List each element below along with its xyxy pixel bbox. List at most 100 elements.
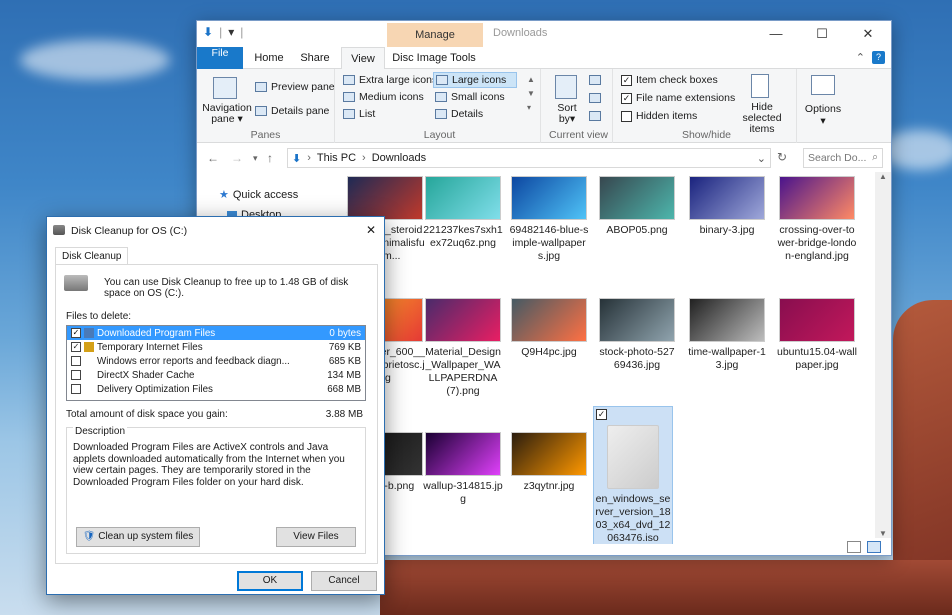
nav-item-quick-access[interactable]: ★ Quick access bbox=[219, 188, 298, 202]
scroll-down-icon[interactable]: ▼ bbox=[875, 529, 891, 538]
back-icon[interactable]: ← bbox=[207, 151, 219, 165]
cleanup-list-item[interactable]: Delivery Optimization Files 668 MB bbox=[67, 382, 365, 396]
collapse-ribbon-icon[interactable]: ⌃ bbox=[856, 51, 865, 64]
breadcrumb-this-pc[interactable]: This PC bbox=[317, 152, 356, 164]
file-name: 221237kes7sxh1ex72uq6z.png bbox=[423, 224, 503, 249]
cleanup-item-checkbox[interactable] bbox=[71, 384, 81, 394]
address-dropdown-icon[interactable]: ⌄ bbox=[757, 152, 766, 165]
up-icon[interactable]: ↑ bbox=[267, 151, 273, 165]
ok-button[interactable]: OK bbox=[237, 571, 303, 591]
file-item[interactable]: 69482146-blue-simple-wallpapers.jpg bbox=[509, 176, 589, 263]
search-input[interactable]: Search Do... ⌕ bbox=[803, 148, 883, 168]
forward-icon[interactable]: → bbox=[231, 151, 243, 165]
layout-medium-icons[interactable]: Medium icons bbox=[343, 91, 424, 103]
cleanup-list-item[interactable]: ✓ Temporary Internet Files 769 KB bbox=[67, 340, 365, 354]
breadcrumb-downloads[interactable]: Downloads bbox=[372, 152, 426, 164]
layout-small-icons[interactable]: Small icons bbox=[435, 91, 505, 103]
tab-file[interactable]: File bbox=[197, 47, 243, 69]
hidden-items-toggle[interactable]: Hidden items bbox=[621, 110, 697, 122]
file-item[interactable]: 221237kes7sxh1ex72uq6z.png bbox=[423, 176, 503, 250]
file-item-selected[interactable]: en_windows_server_version_1803_x64_dvd_1… bbox=[593, 406, 673, 544]
file-item[interactable]: z3qytnr.jpg bbox=[509, 432, 589, 493]
layout-list[interactable]: List bbox=[343, 108, 375, 120]
navigation-pane-button[interactable]: Navigation pane ▾ bbox=[201, 103, 253, 125]
file-item[interactable]: crossing-over-tower-bridge-london-englan… bbox=[777, 176, 857, 263]
item-check-boxes-toggle[interactable]: ✓ Item check boxes bbox=[621, 74, 718, 86]
vertical-scrollbar[interactable]: ▲ ▼ bbox=[875, 172, 891, 538]
file-item[interactable]: time-wallpaper-13.jpg bbox=[687, 298, 767, 372]
view-files-button[interactable]: View Files bbox=[276, 527, 356, 547]
file-name: binary-3.jpg bbox=[699, 224, 755, 236]
cleanup-item-checkbox[interactable]: ✓ bbox=[71, 342, 81, 352]
add-columns-icon[interactable] bbox=[589, 93, 601, 103]
hidden-items-label: Hidden items bbox=[636, 110, 698, 122]
cancel-button[interactable]: Cancel bbox=[311, 571, 377, 591]
breadcrumb-chevron-icon[interactable]: › bbox=[307, 152, 311, 164]
cleanup-list-item[interactable]: DirectX Shader Cache 134 MB bbox=[67, 368, 365, 382]
cleanup-list-item[interactable]: Windows error reports and feedback diagn… bbox=[67, 354, 365, 368]
clean-up-system-files-label: Clean up system files bbox=[98, 531, 194, 542]
tab-home[interactable]: Home bbox=[247, 47, 291, 69]
hidden-items-checkbox[interactable] bbox=[621, 110, 632, 122]
maximize-icon[interactable]: ☐ bbox=[799, 21, 845, 47]
details-view-icon[interactable] bbox=[847, 541, 861, 553]
qat-dropdown-icon[interactable]: ▾ bbox=[228, 25, 234, 39]
file-name: ABOP05.png bbox=[606, 224, 668, 236]
list-icon bbox=[343, 109, 355, 119]
layout-group-label: Layout bbox=[423, 129, 456, 141]
cleanup-item-checkbox[interactable]: ✓ bbox=[71, 328, 81, 338]
sort-by-button[interactable]: Sort by▾ bbox=[553, 103, 581, 125]
tab-disc-image-tools[interactable]: Disc Image Tools bbox=[389, 47, 479, 69]
file-name-extensions-toggle[interactable]: ✓ File name extensions bbox=[621, 92, 735, 104]
scroll-up-icon[interactable]: ▲ bbox=[875, 172, 891, 181]
navigation-pane-label: Navigation pane bbox=[202, 102, 252, 125]
close-icon[interactable]: ✕ bbox=[845, 21, 891, 47]
details-pane-button[interactable]: Details pane bbox=[255, 105, 329, 117]
search-placeholder: Search Do... bbox=[808, 152, 867, 164]
tab-share[interactable]: Share bbox=[293, 47, 337, 69]
manage-contextual-tab[interactable]: Manage bbox=[387, 23, 483, 47]
image-thumbnail bbox=[425, 176, 501, 220]
tab-disk-cleanup[interactable]: Disk Cleanup bbox=[55, 247, 129, 265]
file-item[interactable]: ubuntu15.04-wallpaper.jpg bbox=[777, 298, 857, 372]
size-columns-icon[interactable] bbox=[589, 111, 601, 121]
item-check-boxes-label: Item check boxes bbox=[636, 74, 718, 86]
preview-pane-button[interactable]: Preview pane bbox=[255, 81, 335, 93]
file-item[interactable]: Q9H4pc.jpg bbox=[509, 298, 589, 359]
file-name: ubuntu15.04-wallpaper.jpg bbox=[777, 346, 857, 371]
clean-up-system-files-button[interactable]: 🛡 Clean up system files bbox=[76, 527, 200, 547]
search-icon: ⌕ bbox=[872, 151, 878, 163]
dialog-close-icon[interactable]: ✕ bbox=[366, 223, 376, 237]
recent-locations-icon[interactable]: ▾ bbox=[253, 153, 258, 164]
file-item[interactable]: binary-3.jpg bbox=[687, 176, 767, 237]
minimize-icon[interactable]: — bbox=[753, 21, 799, 47]
file-item[interactable]: ABOP05.png bbox=[597, 176, 677, 237]
breadcrumb-chevron-icon[interactable]: › bbox=[362, 152, 366, 164]
file-name-extensions-checkbox[interactable]: ✓ bbox=[621, 92, 632, 104]
layout-extra-large-icons[interactable]: Extra large icons bbox=[343, 74, 437, 86]
file-item[interactable]: wallup-314815.jpg bbox=[423, 432, 503, 506]
cleanup-list-item[interactable]: ✓ Downloaded Program Files 0 bytes bbox=[67, 326, 365, 340]
ribbon-tabs: File Home Share View Disc Image Tools ⌃ … bbox=[197, 47, 891, 70]
refresh-icon[interactable]: ↻ bbox=[777, 150, 787, 164]
cleanup-item-checkbox[interactable] bbox=[71, 356, 81, 366]
item-check-boxes-checkbox[interactable]: ✓ bbox=[621, 74, 632, 86]
help-icon[interactable]: ? bbox=[872, 51, 885, 64]
large-icons-view-icon[interactable] bbox=[867, 541, 881, 553]
file-item[interactable]: stock-photo-52769436.jpg bbox=[597, 298, 677, 372]
layout-scroll-icon[interactable]: ▲ ▼ ▾ bbox=[527, 73, 535, 115]
address-bar[interactable]: ⬇ › This PC › Downloads ⌄ bbox=[287, 148, 771, 168]
layout-large-icons[interactable]: Large icons bbox=[433, 72, 518, 88]
item-checkbox[interactable]: ✓ bbox=[596, 409, 607, 420]
file-item[interactable]: Material_Design_Wallpaper_WALLPAPERDNA (… bbox=[423, 298, 503, 398]
cleanup-item-checkbox[interactable] bbox=[71, 370, 81, 380]
image-thumbnail bbox=[689, 298, 765, 342]
window-title: Downloads bbox=[493, 27, 548, 39]
cleanup-item-size: 769 KB bbox=[328, 341, 361, 353]
layout-details[interactable]: Details bbox=[435, 108, 483, 120]
group-by-icon[interactable] bbox=[589, 75, 601, 85]
tab-view[interactable]: View bbox=[341, 47, 385, 70]
file-name: wallup-314815.jpg bbox=[423, 480, 503, 505]
folder-arrow-icon[interactable]: ⬇ bbox=[203, 25, 213, 39]
options-button[interactable]: Options ▾ bbox=[801, 103, 845, 127]
